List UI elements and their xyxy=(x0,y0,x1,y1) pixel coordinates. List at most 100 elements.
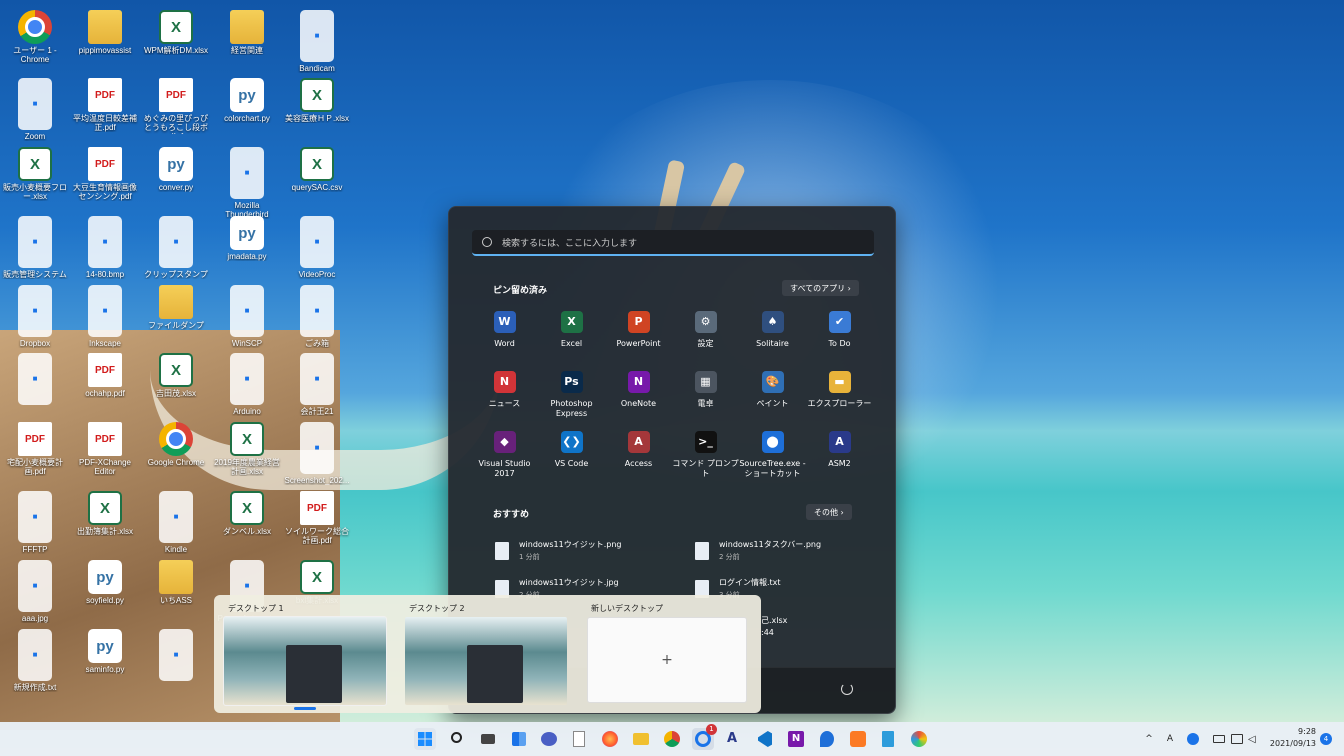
xampp-app[interactable] xyxy=(847,728,869,750)
recommended-item[interactable]: windows11ウイジット.png 1 分前 xyxy=(495,539,695,565)
pinned-app[interactable]: X Excel xyxy=(538,305,605,357)
desktop-icon[interactable]: X 販売小麦概要フロー.xlsx xyxy=(0,143,70,209)
network-icon[interactable] xyxy=(1231,734,1243,744)
pinned-app[interactable]: A Access xyxy=(605,425,672,477)
desktop-icon[interactable]: ■ 販売管理システム xyxy=(0,212,70,279)
desktop-icon[interactable]: pippimovassist xyxy=(70,6,140,72)
bandicam-app[interactable]: 1 xyxy=(692,724,717,750)
volume-icon[interactable]: ◁ xyxy=(1248,734,1256,745)
onenote-app[interactable]: N xyxy=(785,728,807,750)
desktop-icon[interactable]: ■ 会計王21 xyxy=(282,349,352,416)
pinned-app[interactable]: ▬ エクスプローラー xyxy=(806,365,873,417)
desktop-icon[interactable]: ■ Zoom xyxy=(0,74,70,141)
firefox-app[interactable] xyxy=(599,728,621,750)
desktop-icon[interactable]: PDF ochahp.pdf xyxy=(70,349,140,415)
desktop-icon[interactable]: PDF 宅配小麦概要計画.pdf xyxy=(0,418,70,484)
desktop-2[interactable]: デスクトップ 2 xyxy=(405,603,567,705)
desktop-icon[interactable]: py soyfield.py xyxy=(70,556,140,622)
desktop-icon[interactable]: ■ Inkscape xyxy=(70,281,140,348)
desktop-icon[interactable]: X 2019年度農業経営計画.xlsx xyxy=(212,418,282,484)
desktop-icon[interactable]: ファイルダンプ xyxy=(141,281,211,347)
pinned-app[interactable]: ▦ 電卓 xyxy=(672,365,739,417)
desktop-icon[interactable]: ■ ごみ箱 xyxy=(282,281,352,348)
pinned-app[interactable]: N OneNote xyxy=(605,365,672,417)
desktop-icon[interactable]: PDF ソイルワーク総合計画.pdf xyxy=(282,487,352,553)
desktop-icon[interactable]: 経営関連 xyxy=(212,6,282,72)
desktop-icon[interactable]: ■ xyxy=(141,625,211,691)
pinned-app[interactable]: ❮❯ VS Code xyxy=(538,425,605,477)
desktop-icon[interactable]: ■ FFFTP xyxy=(0,487,70,554)
desktop-icon[interactable]: ■ VideoProc xyxy=(282,212,352,279)
pinned-app[interactable]: ◆ Visual Studio 2017 xyxy=(471,425,538,478)
onedrive-icon[interactable] xyxy=(1187,733,1199,745)
desktop-icon[interactable]: X 出勤簿集計.xlsx xyxy=(70,487,140,553)
notes-app[interactable] xyxy=(877,728,899,750)
new-desktop-button[interactable]: + xyxy=(587,617,747,703)
desktop-1[interactable]: デスクトップ 1 xyxy=(223,603,387,710)
desktop-icon[interactable]: XquerySAC.csv xyxy=(282,143,352,209)
desktop-icon[interactable]: ■ WinSCP xyxy=(212,281,282,348)
sourcetree-app[interactable] xyxy=(816,728,838,750)
chat-button[interactable] xyxy=(538,728,560,750)
new-desktop[interactable]: 新しいデスクトップ + xyxy=(587,603,749,703)
desktop-icon[interactable]: PDF 平均温度日較差補正.pdf xyxy=(70,74,140,140)
desktop-icon[interactable]: ■ 14-80.bmp xyxy=(70,212,140,279)
explorer-app[interactable] xyxy=(630,728,652,750)
vscode-app[interactable] xyxy=(754,728,776,750)
desktop-icon[interactable]: X 吉田茂.xlsx xyxy=(141,349,211,415)
start-button[interactable] xyxy=(414,728,436,750)
notepad-app[interactable] xyxy=(568,728,590,750)
more-button[interactable]: その他 › xyxy=(806,504,852,520)
desktop-icon[interactable]: PDFめぐみの里ぴっぴとうもろこし段ボール-f... xyxy=(141,74,211,140)
taskbar-search-button[interactable] xyxy=(446,728,468,750)
desktop-icon[interactable]: ■ Bandicam xyxy=(282,6,352,73)
desktop-icon[interactable]: X WPM解析DM.xlsx xyxy=(141,6,211,72)
desktop-icon[interactable]: ■ Mozilla Thunderbird xyxy=(212,143,282,219)
desktop-icon[interactable]: ■ 新規作成.txt xyxy=(0,625,70,692)
widgets-button[interactable] xyxy=(508,728,530,750)
chrome-app[interactable] xyxy=(661,728,683,750)
clock[interactable]: 9:28 2021/09/13 xyxy=(1268,726,1316,750)
all-apps-button[interactable]: すべてのアプリ › xyxy=(782,280,859,296)
desktop-icon[interactable]: ■ Screenshot_202... xyxy=(282,418,352,485)
desktop-icon[interactable]: PDF 大豆生育情報画像センシング.pdf xyxy=(70,143,140,209)
desktop-icon[interactable]: ■ Dropbox xyxy=(0,281,70,348)
start-search-input[interactable]: 検索するには、ここに入力します xyxy=(472,230,874,256)
recommended-item[interactable]: windows11タスクバー.png 2 分前 xyxy=(695,539,875,565)
chevron-up-icon[interactable]: ^ xyxy=(1143,734,1155,744)
ime-indicator[interactable]: A xyxy=(1159,734,1181,744)
desktop-icon[interactable]: Google Chrome xyxy=(141,418,211,484)
pinned-app[interactable]: Ps Photoshop Express xyxy=(538,365,605,418)
battery-icon[interactable] xyxy=(1213,735,1225,743)
desktop-icon[interactable]: X 美容医療ＨＰ.xlsx xyxy=(282,74,352,140)
pinned-app[interactable]: 🎨 ペイント xyxy=(739,365,806,417)
desktop-2-thumbnail[interactable] xyxy=(405,617,567,705)
pinned-app[interactable]: ♠ Solitaire xyxy=(739,305,806,357)
desktop-icon[interactable]: ■ Kindle xyxy=(141,487,211,554)
desktop-icon[interactable]: ユーザー 1 - Chrome xyxy=(0,6,70,72)
desktop-icon[interactable]: ■ xyxy=(0,349,70,415)
desktop-icon[interactable]: X ダンベル.xlsx xyxy=(212,487,282,553)
pinned-app[interactable]: A ASM2 xyxy=(806,425,873,477)
pinned-app[interactable]: ✔ To Do xyxy=(806,305,873,357)
desktop-1-thumbnail[interactable] xyxy=(223,616,387,706)
desktop-icon[interactable]: py saminfo.py xyxy=(70,625,140,691)
pinned-app[interactable]: >_ コマンド プロンプト xyxy=(672,425,739,478)
desktop-icon[interactable]: ■ Arduino xyxy=(212,349,282,416)
pinned-app[interactable]: P PowerPoint xyxy=(605,305,672,357)
desktop-icon[interactable]: py conver.py xyxy=(141,143,211,209)
pinned-app[interactable]: ⬤ SourceTree.exe - ショートカット xyxy=(739,425,806,478)
pinned-app[interactable]: W Word xyxy=(471,305,538,357)
power-icon[interactable] xyxy=(841,683,853,695)
paint-app[interactable] xyxy=(908,728,930,750)
notification-badge[interactable]: 4 xyxy=(1320,733,1332,745)
pinned-app[interactable]: ⚙ 設定 xyxy=(672,305,739,357)
desktop-icon[interactable]: ■ クリップスタンプ xyxy=(141,212,211,279)
desktop-icon[interactable]: py jmadata.py xyxy=(212,212,282,278)
pinned-app[interactable]: N ニュース xyxy=(471,365,538,417)
desktop-icon[interactable]: いちASS xyxy=(141,556,211,622)
asm2-app[interactable]: A xyxy=(723,728,745,750)
desktop-icon[interactable]: PDF PDF-XChange Editor xyxy=(70,418,140,484)
task-view-button[interactable] xyxy=(477,728,499,750)
desktop-icon[interactable]: ■ aaa.jpg xyxy=(0,556,70,623)
